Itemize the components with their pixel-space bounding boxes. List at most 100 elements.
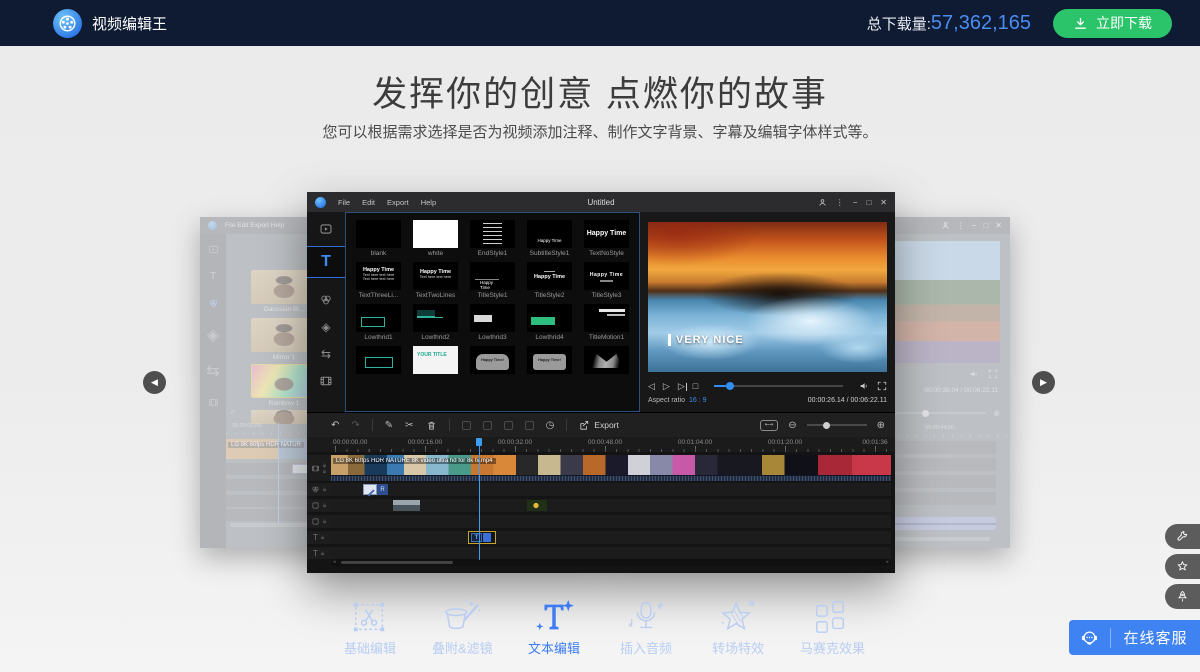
pip-track-header[interactable]	[307, 499, 331, 512]
delete-button[interactable]	[426, 420, 437, 431]
style-item[interactable]: YOUR TITLE	[408, 346, 464, 374]
sidebar-item-transition[interactable]: ◈	[307, 313, 345, 340]
pip-clip-flower[interactable]	[527, 500, 547, 511]
seek-handle[interactable]	[726, 382, 734, 390]
undo-button[interactable]: ↶	[331, 420, 339, 431]
volume-icon[interactable]	[859, 381, 869, 391]
online-support-button[interactable]: 在线客服	[1069, 620, 1200, 655]
maximize-button[interactable]: □	[866, 198, 871, 207]
favorite-fab-button[interactable]	[1165, 554, 1200, 579]
text-track[interactable]	[331, 547, 891, 559]
scrollbar-thumb[interactable]	[341, 561, 453, 564]
timeline-zoom-slider[interactable]	[807, 424, 867, 426]
tab-text-edit[interactable]: 文本编辑	[524, 598, 584, 657]
style-item[interactable]: Happy Time!	[522, 346, 578, 374]
timeline-ruler[interactable]: 00:00:00.00 00:00:16.00 00:00:32.00 00:0…	[307, 437, 895, 452]
next-frame-button[interactable]: ▷	[678, 381, 685, 392]
scroll-left-icon[interactable]: ◂	[333, 559, 336, 566]
text-track-header[interactable]: T	[307, 531, 331, 544]
text-track-header[interactable]: T	[307, 547, 331, 559]
stop-button[interactable]: □	[693, 381, 698, 391]
tab-overlay-filter[interactable]: 叠附&滤镜	[432, 598, 492, 657]
audio-waveform-strip[interactable]	[331, 475, 891, 481]
close-button[interactable]: ✕	[880, 198, 887, 207]
style-item[interactable]: Happy Time!	[465, 346, 521, 374]
sidebar-item-media[interactable]	[307, 212, 345, 246]
pip-track[interactable]	[331, 515, 891, 528]
lock-icon[interactable]	[322, 487, 327, 492]
style-item[interactable]: Happy TimeSubtitleStyle1	[522, 220, 578, 257]
carousel-prev-button[interactable]: ◀	[143, 371, 166, 394]
seek-slider[interactable]	[714, 385, 843, 387]
menu-export[interactable]: Export	[387, 198, 409, 207]
style-item[interactable]: Lowthrid4	[522, 304, 578, 341]
menu-file[interactable]: File	[338, 198, 350, 207]
video-clip[interactable]: LG 8K 60fps HDR NATURE 8K video ultra hd…	[331, 455, 891, 475]
menu-dots-icon[interactable]: ⋮	[836, 198, 844, 207]
mosaic-button[interactable]	[525, 421, 534, 430]
style-item[interactable]: blank	[351, 220, 407, 257]
style-item[interactable]: Lowthrid3	[465, 304, 521, 341]
video-track-header[interactable]	[307, 455, 331, 481]
zoom-out-button[interactable]: ⊖	[788, 420, 796, 431]
style-item[interactable]: Happy TimeText here text hereTextTwoLine…	[408, 262, 464, 299]
fit-timeline-button[interactable]: ⟷	[760, 420, 779, 431]
style-item[interactable]: EndStyle1	[465, 220, 521, 257]
style-item[interactable]: Lowthrid1	[351, 304, 407, 341]
style-item[interactable]: TitleMotion1	[579, 304, 635, 341]
zoom-slider-handle[interactable]	[823, 422, 830, 429]
lock-icon[interactable]	[320, 535, 325, 540]
lock-icon[interactable]	[320, 551, 325, 556]
style-item[interactable]: Happy TimeText here text hereText here t…	[351, 262, 407, 299]
video-preview[interactable]: VERY NICE	[648, 222, 887, 372]
sidebar-item-text[interactable]: T	[307, 246, 345, 278]
lock-icon[interactable]	[322, 519, 327, 524]
menu-edit[interactable]: Edit	[362, 198, 375, 207]
style-item[interactable]	[579, 346, 635, 374]
redo-button[interactable]: ↷	[351, 420, 359, 431]
download-button[interactable]: 立即下载	[1053, 9, 1172, 38]
fullscreen-icon[interactable]	[877, 381, 887, 391]
sidebar-item-elements[interactable]	[307, 367, 345, 394]
tab-basic-edit[interactable]: 基础编辑	[340, 598, 400, 657]
tab-mosaic-effects[interactable]: 马赛克效果	[800, 598, 860, 657]
sidebar-item-overlay[interactable]	[307, 286, 345, 313]
style-item[interactable]: Happy TimeTitleStyle2	[522, 262, 578, 299]
tools-fab-button[interactable]	[1165, 524, 1200, 549]
text-clip-selected[interactable]: T	[468, 531, 496, 544]
export-button[interactable]: Export	[579, 420, 619, 431]
sidebar-item-split[interactable]: ⇆	[307, 340, 345, 367]
launch-fab-button[interactable]	[1165, 584, 1200, 609]
text-track[interactable]: T	[331, 531, 891, 544]
lock-icon[interactable]	[322, 463, 327, 468]
style-item[interactable]: white	[408, 220, 464, 257]
zoom-tool-button[interactable]	[483, 421, 492, 430]
scroll-right-icon[interactable]: ▸	[886, 559, 889, 566]
pip-track-header[interactable]	[307, 515, 331, 528]
speed-button[interactable]	[504, 421, 513, 430]
edit-button[interactable]: ✎	[385, 420, 393, 431]
lock-icon[interactable]	[322, 503, 327, 508]
style-item[interactable]	[351, 346, 407, 374]
playhead-handle[interactable]	[476, 438, 482, 446]
lock-icon[interactable]	[322, 469, 327, 474]
effect-track[interactable]: R	[331, 483, 891, 496]
carousel-next-button[interactable]: ▶	[1032, 371, 1055, 394]
pip-clip-lake[interactable]	[393, 500, 420, 511]
duration-button[interactable]: ◷	[546, 420, 555, 431]
previous-frame-button[interactable]: ◁	[648, 381, 655, 392]
crop-button[interactable]	[462, 421, 471, 430]
tab-insert-audio[interactable]: 插入音频	[616, 598, 676, 657]
style-item[interactable]: Happy TimeTitleStyle3	[579, 262, 635, 299]
menu-help[interactable]: Help	[421, 198, 436, 207]
minimize-button[interactable]: −	[853, 198, 858, 207]
play-button[interactable]: ▷	[663, 381, 670, 392]
split-button[interactable]: ✂	[405, 420, 413, 431]
effect-clip[interactable]: R	[363, 484, 388, 495]
style-item[interactable]: Happy TimeTitleStyle1	[465, 262, 521, 299]
tab-transition-effects[interactable]: 转场特效	[708, 598, 768, 657]
style-item[interactable]: Happy TimeTextNoStyle	[579, 220, 635, 257]
effect-track-header[interactable]	[307, 483, 331, 496]
pip-track[interactable]	[331, 499, 891, 512]
account-icon[interactable]	[818, 198, 827, 207]
